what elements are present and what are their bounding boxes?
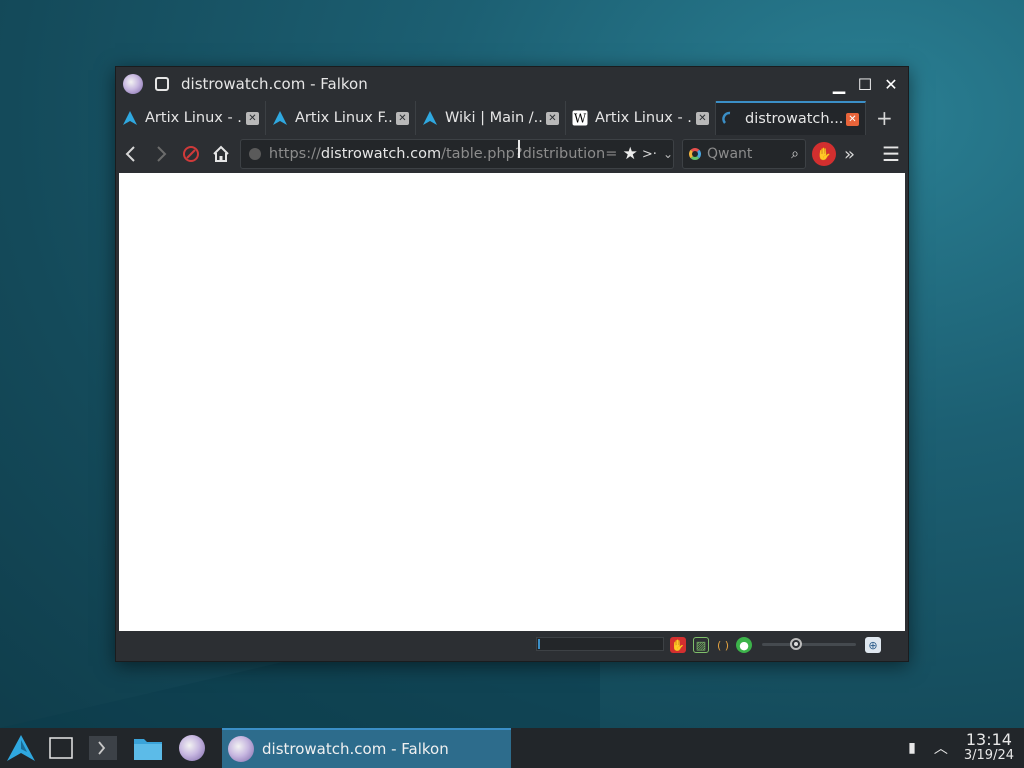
web-page-content[interactable] — [119, 173, 905, 631]
back-arrow-icon — [125, 146, 135, 162]
search-bar[interactable]: Qwant ⌕ — [682, 139, 806, 169]
tab-close-icon[interactable]: ✕ — [396, 111, 409, 125]
falkon-icon — [228, 736, 254, 762]
minimize-button[interactable]: ▁ — [828, 73, 850, 95]
taskbar-task-falkon[interactable]: distrowatch.com - Falkon — [222, 728, 511, 768]
taskbar: distrowatch.com - Falkon ▮ ︿ 13:14 3/19/… — [0, 728, 1024, 768]
artix-logo-icon — [7, 735, 35, 761]
file-manager-launcher[interactable] — [126, 728, 170, 768]
stop-button[interactable] — [176, 139, 206, 169]
tab-close-icon[interactable]: ✕ — [696, 111, 709, 125]
url-scheme: https:// — [268, 146, 321, 162]
browser-window: distrowatch.com - Falkon ▁ ☐ ✕ Artix Lin… — [115, 66, 909, 662]
desktop-icon — [49, 737, 73, 759]
tab-artix-1[interactable]: Artix Linux - ... ✕ — [116, 101, 266, 135]
falkon-app-icon[interactable] — [123, 74, 143, 94]
show-desktop-button[interactable] — [42, 728, 80, 768]
home-button[interactable] — [206, 139, 236, 169]
forward-button[interactable] — [146, 139, 176, 169]
zoom-slider-thumb[interactable] — [790, 638, 802, 650]
text-cursor — [518, 140, 520, 158]
clock-date: 3/19/24 — [963, 748, 1014, 763]
adblock-status-icon[interactable]: ✋ — [670, 637, 686, 653]
adblock-icon[interactable]: ✋ — [812, 142, 836, 166]
site-info-icon[interactable] — [249, 148, 261, 160]
terminal-icon — [89, 736, 117, 760]
javascript-toggle-icon[interactable]: ( ) — [715, 637, 731, 653]
terminal-launcher[interactable] — [80, 728, 126, 768]
tab-label: Artix Linux F... — [295, 110, 392, 126]
back-button[interactable] — [116, 139, 146, 169]
more-tools-chevron-icon[interactable]: » — [844, 144, 855, 165]
search-placeholder: Qwant — [707, 146, 753, 162]
page-load-progress — [536, 637, 664, 651]
tab-wikipedia[interactable]: W Artix Linux - ... ✕ — [566, 101, 716, 135]
tab-close-icon[interactable]: ✕ — [846, 112, 859, 126]
tab-close-icon[interactable]: ✕ — [546, 111, 559, 125]
tab-label: Artix Linux - ... — [145, 110, 242, 126]
tab-artix-2[interactable]: Artix Linux F... ✕ — [266, 101, 416, 135]
stop-icon — [183, 146, 199, 162]
clock-time: 13:14 — [965, 730, 1012, 749]
maximize-button[interactable]: ☐ — [854, 73, 876, 95]
svg-text:W: W — [574, 112, 587, 126]
artix-icon — [422, 110, 438, 126]
go-arrow-icon[interactable]: >· — [642, 147, 657, 162]
zoom-reset-icon[interactable]: ⊕ — [865, 637, 881, 653]
tab-label: Artix Linux - ... — [595, 110, 692, 126]
task-label: distrowatch.com - Falkon — [262, 740, 449, 758]
home-icon — [213, 145, 229, 162]
loading-spinner-icon — [722, 111, 738, 127]
wikipedia-icon: W — [572, 110, 588, 126]
artix-start-menu-button[interactable] — [0, 728, 42, 768]
navigation-toolbar: https://distrowatch.com/table.php?distri… — [116, 135, 908, 173]
system-tray: ▮ ︿ 13:14 3/19/24 — [908, 728, 1024, 768]
forward-arrow-icon — [157, 146, 167, 162]
hamburger-menu-icon[interactable]: ☰ — [882, 142, 900, 166]
url-text[interactable]: https://distrowatch.com/table.php?distri… — [269, 146, 617, 162]
usb-device-icon[interactable]: ▮ — [908, 740, 916, 756]
tab-label: distrowatch.... — [745, 111, 842, 127]
keep-above-icon[interactable] — [155, 77, 169, 91]
zoom-slider-track[interactable] — [762, 643, 856, 646]
search-icon[interactable]: ⌕ — [791, 146, 799, 162]
new-tab-button[interactable]: + — [866, 101, 893, 135]
close-button[interactable]: ✕ — [880, 73, 902, 95]
images-toggle-icon[interactable]: ▨ — [693, 637, 709, 653]
tab-bar: Artix Linux - ... ✕ Artix Linux F... ✕ W… — [116, 101, 908, 135]
falkon-icon — [179, 735, 205, 761]
url-path: /table.php?distribution=artix — [441, 146, 617, 162]
title-bar[interactable]: distrowatch.com - Falkon ▁ ☐ ✕ — [116, 67, 908, 101]
artix-icon — [272, 110, 288, 126]
tab-label: Wiki | Main /... — [445, 110, 542, 126]
status-bar: ✋ ▨ ( ) ● ⊕ — [116, 631, 906, 659]
window-title: distrowatch.com - Falkon — [181, 75, 368, 93]
folder-icon — [134, 739, 162, 760]
tab-wiki[interactable]: Wiki | Main /... ✕ — [416, 101, 566, 135]
artix-icon — [122, 110, 138, 126]
url-domain: distrowatch.com — [320, 146, 442, 162]
qwant-icon[interactable] — [689, 148, 701, 160]
url-bar[interactable]: https://distrowatch.com/table.php?distri… — [240, 139, 674, 169]
tab-distrowatch[interactable]: distrowatch.... ✕ — [716, 101, 866, 135]
network-status-icon[interactable]: ● — [736, 637, 752, 653]
clock[interactable]: 13:14 3/19/24 — [964, 732, 1014, 764]
bookmark-star-icon[interactable]: ★ — [623, 144, 638, 164]
url-dropdown-icon[interactable]: ⌄ — [663, 147, 673, 161]
tray-expand-chevron-icon[interactable]: ︿ — [934, 738, 948, 758]
falkon-launcher[interactable] — [170, 728, 214, 768]
tab-close-icon[interactable]: ✕ — [246, 111, 259, 125]
